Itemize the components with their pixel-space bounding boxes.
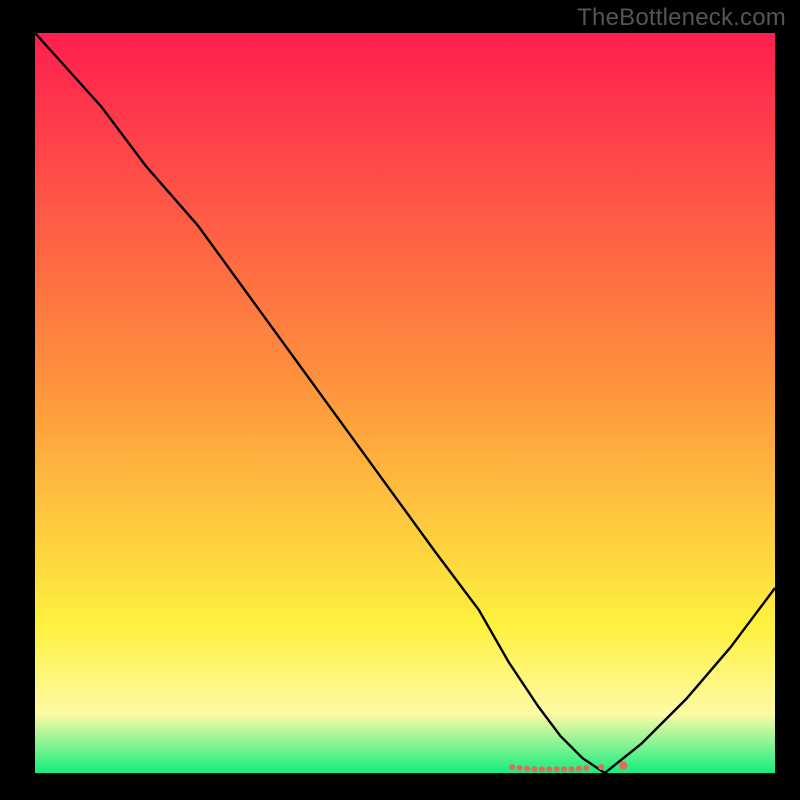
trough-dot [517, 765, 523, 771]
trough-dot [619, 761, 627, 769]
trough-dot [509, 764, 515, 770]
trough-dot [524, 766, 530, 772]
chart-svg [0, 0, 800, 800]
chart-stage: TheBottleneck.com [0, 0, 800, 800]
trough-dot [532, 766, 538, 772]
trough-dot [598, 764, 604, 770]
trough-dot [546, 766, 552, 772]
trough-dot [583, 765, 589, 771]
trough-dot [561, 766, 567, 772]
gradient-background [35, 33, 775, 773]
trough-dot [539, 766, 545, 772]
watermark-text: TheBottleneck.com [577, 4, 786, 32]
trough-dot [569, 766, 575, 772]
trough-dot [576, 766, 582, 772]
trough-dot [554, 766, 560, 772]
